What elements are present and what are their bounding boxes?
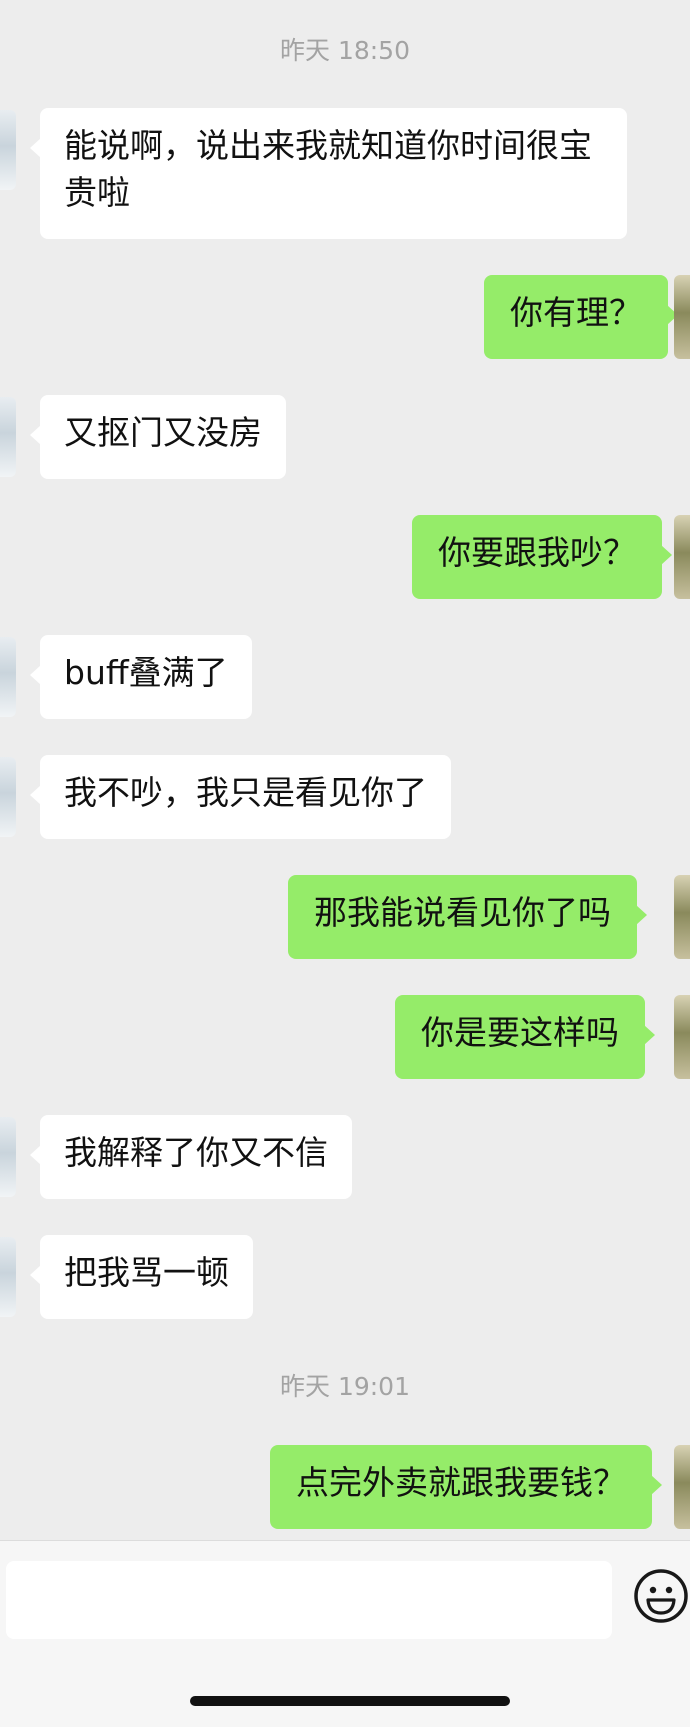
contact-avatar[interactable] xyxy=(0,1237,16,1317)
outgoing-message-bubble[interactable]: 你是要这样吗 xyxy=(395,995,655,1079)
outgoing-message-bubble[interactable]: 点完外卖就跟我要钱？ xyxy=(270,1445,662,1529)
contact-avatar[interactable] xyxy=(0,1117,16,1197)
my-avatar[interactable] xyxy=(674,275,690,359)
contact-avatar[interactable] xyxy=(0,110,16,190)
my-avatar[interactable] xyxy=(674,995,690,1079)
chat-message-list[interactable]: 昨天 18:50 能说啊，说出来我就知道你时间很宝贵啦 你有理？ 又抠门又没房 … xyxy=(0,0,690,1540)
my-avatar[interactable] xyxy=(674,1445,690,1529)
timestamp: 昨天 18:50 xyxy=(280,36,410,65)
outgoing-message-bubble[interactable]: 你要跟我吵？ xyxy=(412,515,672,599)
incoming-message-bubble[interactable]: 又抠门又没房 xyxy=(30,395,286,479)
incoming-message-bubble[interactable]: 把我骂一顿 xyxy=(30,1235,253,1319)
my-avatar[interactable] xyxy=(674,875,690,959)
contact-avatar[interactable] xyxy=(0,397,16,477)
timestamp: 昨天 19:01 xyxy=(280,1372,410,1401)
outgoing-message-bubble[interactable]: 你有理？ xyxy=(484,275,678,359)
incoming-message-bubble[interactable]: buff叠满了 xyxy=(30,635,252,719)
contact-avatar[interactable] xyxy=(0,637,16,717)
incoming-message-bubble[interactable]: 能说啊，说出来我就知道你时间很宝贵啦 xyxy=(30,108,627,239)
smiley-face-icon[interactable] xyxy=(633,1568,689,1624)
my-avatar[interactable] xyxy=(674,515,690,599)
incoming-message-bubble[interactable]: 我不吵，我只是看见你了 xyxy=(30,755,451,839)
message-input[interactable] xyxy=(6,1561,612,1639)
contact-avatar[interactable] xyxy=(0,757,16,837)
incoming-message-bubble[interactable]: 我解释了你又不信 xyxy=(30,1115,352,1199)
outgoing-message-bubble[interactable]: 那我能说看见你了吗 xyxy=(288,875,647,959)
home-indicator[interactable] xyxy=(190,1696,510,1706)
